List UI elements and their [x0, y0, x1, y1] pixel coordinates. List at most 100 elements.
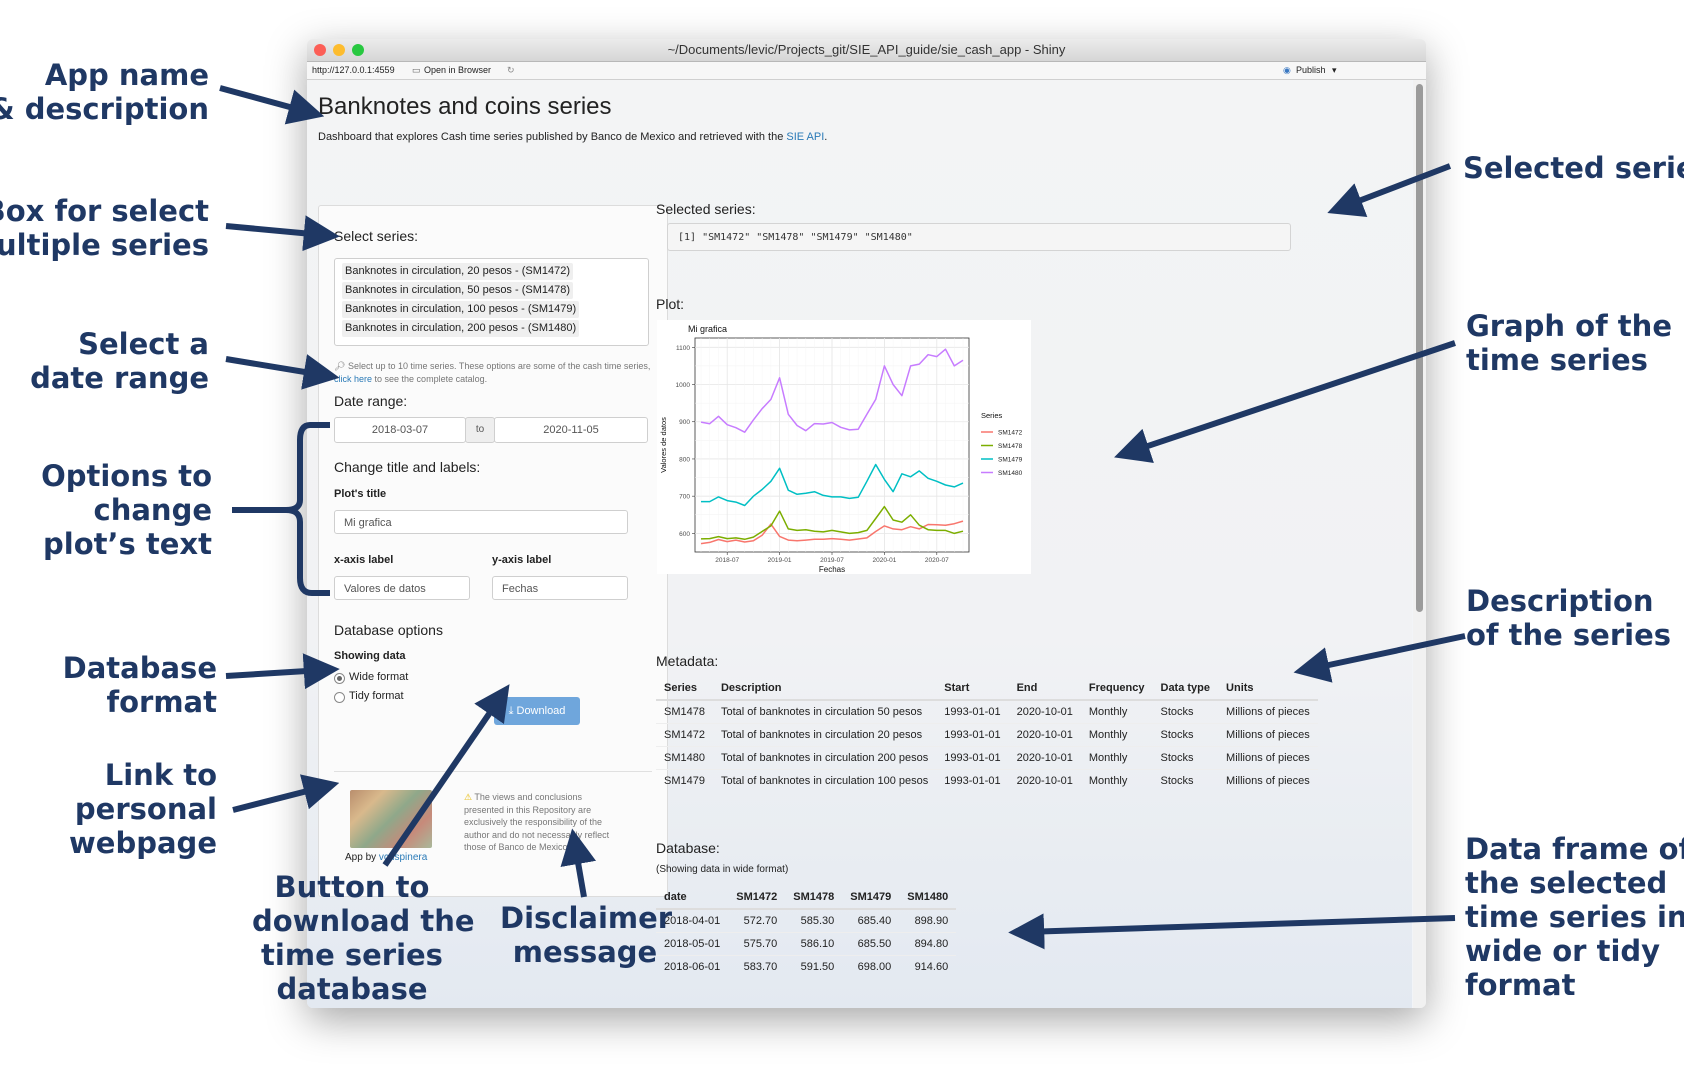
column-header: Description — [712, 676, 937, 701]
series-chip[interactable]: Banknotes in circulation, 50 pesos - (SM… — [342, 282, 574, 299]
chart-title: Mi grafica — [688, 324, 727, 334]
annotation-selected-series: Selected series — [1463, 151, 1684, 185]
subtitle-text: Dashboard that explores Cash time series… — [318, 131, 784, 143]
ann-line: time series — [1466, 343, 1648, 377]
table-cell: Stocks — [1152, 699, 1219, 724]
legend-label: SM1478 — [998, 443, 1023, 450]
x-tick-label: 2020-01 — [872, 557, 896, 564]
scrollbar-thumb[interactable] — [1416, 84, 1423, 612]
open-browser-button[interactable]: Open in Browser — [424, 65, 491, 75]
annotation-link-web: Link to personal webpage — [69, 758, 217, 860]
download-button[interactable]: ⤓ Download — [494, 697, 580, 725]
plot-label: Plot: — [656, 296, 685, 312]
table-cell: SM1480 — [656, 746, 713, 770]
catalog-link[interactable]: click here — [334, 374, 372, 384]
annotation-download: Button to download the time series datab… — [252, 870, 475, 1006]
table-cell: SM1479 — [656, 769, 713, 792]
url-display: http://127.0.0.1:4559 — [312, 65, 395, 75]
ann-line: Selected series — [1463, 151, 1684, 185]
annotation-graph: Graph of the time series — [1466, 309, 1672, 377]
table-row: 2018-05-01 575.70 586.10 685.50 894.80 — [656, 932, 957, 956]
tidy-format-radio[interactable] — [334, 692, 345, 703]
app-title: Banknotes and coins series — [318, 93, 612, 120]
series-chip[interactable]: Banknotes in circulation, 20 pesos - (SM… — [342, 263, 574, 280]
date-end-input[interactable]: 2020-11-05 — [494, 417, 648, 443]
table-cell: 2020-10-01 — [1008, 769, 1081, 792]
y-tick-label: 800 — [679, 456, 690, 463]
y-tick-label: 700 — [679, 494, 690, 501]
ann-line: Disclaimer — [500, 901, 673, 935]
series-chip[interactable]: Banknotes in circulation, 100 pesos - (S… — [342, 301, 580, 318]
ann-line: Graph of the — [1466, 309, 1672, 343]
column-header: SM1479 — [842, 885, 900, 910]
table-cell: Stocks — [1152, 746, 1219, 770]
table-row: SM1478 Total of banknotes in circulation … — [656, 699, 1318, 724]
annotation-app-name: App name & description — [0, 58, 209, 126]
legend-title: Series — [981, 411, 1003, 420]
x-axis-label-input[interactable]: Valores de datos — [334, 576, 470, 600]
table-cell: Monthly — [1080, 723, 1153, 747]
ann-line: Description — [1466, 584, 1654, 618]
ann-line: of the series — [1466, 618, 1672, 652]
table-row: SM1479 Total of banknotes in circulation … — [656, 769, 1318, 792]
ann-line: time series in — [1465, 900, 1684, 934]
y-axis-title: Valores de datos — [659, 417, 668, 473]
table-cell: Total of banknotes in circulation 20 pes… — [712, 723, 937, 747]
help-text-2: to see the complete catalog. — [374, 374, 488, 384]
table-cell: Monthly — [1080, 746, 1153, 770]
table-cell: 2020-10-01 — [1008, 699, 1081, 724]
ann-line: multiple series — [0, 228, 209, 262]
table-row: SM1480 Total of banknotes in circulation … — [656, 746, 1318, 770]
ann-line: database — [276, 972, 428, 1006]
y-axis-label-input[interactable]: Fechas — [492, 576, 628, 600]
help-text-1: Select up to 10 time series. These optio… — [347, 361, 651, 371]
column-header: Data type — [1152, 676, 1219, 701]
table-cell: SM1472 — [656, 723, 713, 747]
refresh-icon[interactable]: ↻ — [507, 65, 515, 76]
publish-dropdown-icon[interactable]: ▾ — [1332, 65, 1337, 76]
table-cell: 898.90 — [899, 908, 957, 933]
sie-api-link[interactable]: SIE API — [786, 131, 824, 143]
author-link[interactable]: vcuspinera — [379, 852, 427, 863]
series-help-text: 🔎︎ Select up to 10 time series. These op… — [334, 360, 652, 386]
ann-line: webpage — [69, 826, 217, 860]
annotation-description: Description of the series — [1466, 584, 1671, 652]
viewer-toolbar: http://127.0.0.1:4559 ▭ Open in Browser … — [307, 62, 1426, 80]
database-table: date SM1472 SM1478 SM1479 SM1480 2018-04-01 57… — [656, 885, 957, 978]
y-tick-label: 1000 — [676, 382, 691, 389]
publish-button[interactable]: Publish — [1296, 65, 1326, 75]
banknotes-photo[interactable] — [350, 790, 432, 848]
legend-label: SM1480 — [998, 470, 1023, 477]
metadata-table: Series Description Start End Frequency Data t… — [656, 676, 1318, 792]
table-cell: 685.40 — [842, 908, 900, 933]
annotation-box-select: Box for select multiple series — [0, 194, 209, 262]
wide-format-label[interactable]: Wide format — [349, 671, 408, 683]
annotation-options-text: Options to change plot’s text — [41, 459, 212, 561]
x-axis-title: Fechas — [819, 565, 845, 574]
column-header: End — [1008, 676, 1081, 701]
table-cell: 1993-01-01 — [936, 723, 1009, 747]
series-multiselect[interactable]: Banknotes in circulation, 20 pesos - (SM… — [334, 258, 649, 346]
series-chip[interactable]: Banknotes in circulation, 200 pesos - (S… — [342, 320, 580, 337]
time-series-chart: 600 700 800 900 1000 1100 2018-07 2019-01 2019-0… — [659, 324, 1023, 574]
table-header-row: date SM1472 SM1478 SM1479 SM1480 — [656, 885, 957, 910]
column-header: Series — [656, 676, 713, 701]
table-cell: Millions of pieces — [1218, 769, 1318, 792]
wide-format-radio[interactable] — [334, 673, 345, 684]
database-label: Database: — [656, 840, 720, 856]
tidy-format-label[interactable]: Tidy format — [349, 690, 404, 702]
x-tick-label: 2020-07 — [925, 557, 949, 564]
subtitle-end: . — [824, 131, 828, 143]
vertical-scrollbar[interactable] — [1413, 80, 1426, 1008]
ann-line: date range — [30, 361, 209, 395]
table-cell: Millions of pieces — [1218, 746, 1318, 770]
ann-line: plot’s text — [43, 527, 212, 561]
date-start-input[interactable]: 2018-03-07 — [334, 417, 466, 443]
annotation-disclaimer: Disclaimer message — [500, 901, 673, 969]
table-cell: 914.60 — [899, 955, 957, 978]
table-cell: 685.50 — [842, 932, 900, 956]
table-cell: 583.70 — [728, 955, 786, 978]
plot-title-input[interactable]: Mi grafica — [334, 510, 628, 534]
table-cell: 572.70 — [728, 908, 786, 933]
table-cell: Monthly — [1080, 699, 1153, 724]
